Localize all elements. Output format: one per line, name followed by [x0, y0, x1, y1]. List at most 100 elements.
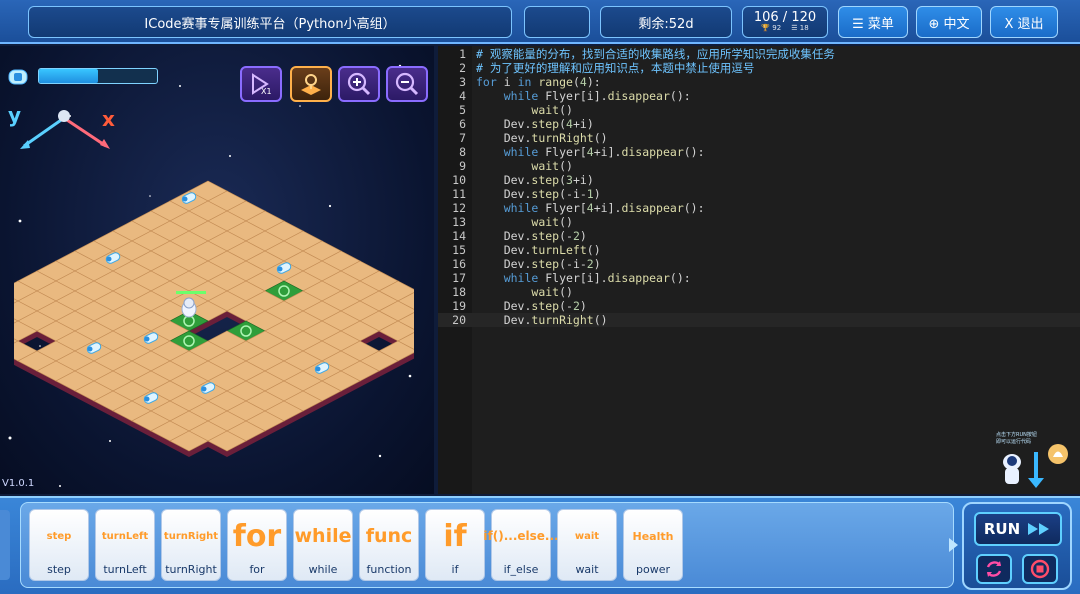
block-glyph: turnRight	[163, 530, 219, 542]
block-for[interactable]: for for	[227, 509, 287, 581]
block-glyph: Health	[632, 529, 674, 543]
block-turnleft[interactable]: turnLeft turnLeft	[95, 509, 155, 581]
map-view-button[interactable]	[290, 66, 332, 102]
fast-forward-icon	[1028, 523, 1050, 535]
line-number: 18	[452, 285, 466, 299]
code-text: for i in range(4):	[476, 75, 601, 89]
language-button[interactable]: ⊕ 中文	[916, 6, 982, 38]
code-line[interactable]: 10 Dev.step(3+i)	[438, 173, 1080, 187]
zoom-out-button[interactable]	[386, 66, 428, 102]
page-title: ICode赛事专属训练平台（Python小高组）	[28, 6, 512, 38]
play-speed-icon: X1	[252, 73, 272, 96]
code-line[interactable]: 12 while Flyer[4+i].disappear():	[438, 201, 1080, 215]
line-number: 14	[452, 229, 466, 243]
blank-slot	[524, 6, 590, 38]
line-number: 15	[452, 243, 466, 257]
code-text: wait()	[531, 215, 573, 229]
game-viewport[interactable]: X1 y x V1.0.1	[0, 46, 434, 494]
block-while[interactable]: while while	[293, 509, 353, 581]
code-line[interactable]: 18 wait()	[438, 285, 1080, 299]
code-line[interactable]: 9 wait()	[438, 159, 1080, 173]
code-line[interactable]: 7 Dev.turnRight()	[438, 131, 1080, 145]
code-text: while Flyer[4+i].disappear():	[503, 145, 705, 159]
svg-text:X1: X1	[261, 87, 272, 96]
version-label: V1.0.1	[2, 478, 35, 489]
code-line[interactable]: 11 Dev.step(-i-1)	[438, 187, 1080, 201]
line-number: 19	[452, 299, 466, 313]
code-line[interactable]: 13 wait()	[438, 215, 1080, 229]
line-number: 1	[459, 47, 466, 61]
code-line[interactable]: 17 while Flyer[i].disappear():	[438, 271, 1080, 285]
map-pin-icon	[301, 74, 321, 95]
battery-icon	[8, 69, 28, 85]
block-label: turnRight	[165, 563, 217, 576]
block-label: step	[47, 563, 71, 576]
code-line[interactable]: 19 Dev.step(-2)	[438, 299, 1080, 313]
exit-button[interactable]: X 退出	[990, 6, 1058, 38]
line-number: 12	[452, 201, 466, 215]
block-glyph: for	[232, 518, 282, 554]
line-number: 3	[459, 75, 466, 89]
code-text: Dev.step(-2)	[476, 299, 587, 313]
block-step[interactable]: step step	[29, 509, 89, 581]
block-label: if_else	[503, 563, 539, 576]
code-line[interactable]: 20 Dev.turnRight()	[438, 313, 1080, 327]
block-if[interactable]: if if	[425, 509, 485, 581]
code-text: Dev.step(3+i)	[476, 173, 594, 187]
chevron-right-icon[interactable]	[946, 536, 960, 554]
hint-text: 点击下方RUN按钮 即可以运行代码	[996, 432, 1037, 445]
block-turnright[interactable]: turnRight turnRight	[161, 509, 221, 581]
code-text: Dev.turnLeft()	[476, 243, 601, 257]
hint-robot: 点击下方RUN按钮 即可以运行代码	[992, 430, 1072, 492]
code-text: wait()	[531, 103, 573, 117]
line-number: 10	[452, 173, 466, 187]
line-number: 20	[452, 313, 466, 327]
menu-button[interactable]: ☰ 菜单	[838, 6, 908, 38]
code-line[interactable]: 2 # 为了更好的理解和应用知识点，本题中禁止使用逗号	[438, 61, 1080, 75]
code-text: Dev.turnRight()	[476, 131, 608, 145]
reset-button[interactable]	[976, 554, 1012, 584]
code-editor[interactable]: 1 # 观察能量的分布，找到合适的收集路线，应用所学知识完成收集任务 2 # 为了更好…	[438, 46, 1080, 494]
block-glyph: turnLeft	[101, 530, 149, 542]
code-line[interactable]: 6 Dev.step(4+i)	[438, 117, 1080, 131]
zoom-in-button[interactable]	[338, 66, 380, 102]
line-number: 9	[459, 159, 466, 173]
code-line[interactable]: 1 # 观察能量的分布，找到合适的收集路线，应用所学知识完成收集任务	[438, 47, 1080, 61]
code-line[interactable]: 14 Dev.step(-2)	[438, 229, 1080, 243]
block-power[interactable]: Health power	[623, 509, 683, 581]
line-number: 6	[459, 117, 466, 131]
code-line[interactable]: 4 while Flyer[i].disappear():	[438, 89, 1080, 103]
title-text: ICode赛事专属训练平台（Python小高组）	[144, 16, 396, 32]
code-line[interactable]: 15 Dev.turnLeft()	[438, 243, 1080, 257]
block-glyph: while	[294, 525, 352, 547]
panel-handle[interactable]	[0, 510, 10, 580]
code-text: Dev.step(4+i)	[476, 117, 594, 131]
code-text: # 为了更好的理解和应用知识点，本题中禁止使用逗号	[476, 61, 755, 75]
block-wait[interactable]: wait wait	[557, 509, 617, 581]
code-line[interactable]: 8 while Flyer[4+i].disappear():	[438, 145, 1080, 159]
refresh-icon	[986, 561, 1002, 577]
code-text: while Flyer[i].disappear():	[503, 89, 691, 103]
energy-bar	[38, 68, 158, 84]
code-blocks-palette: step step turnLeft turnLeft turnRight turnRig…	[20, 502, 954, 588]
line-number: 8	[459, 145, 466, 159]
block-if-else[interactable]: if()...else... if_else	[483, 509, 559, 581]
code-text: wait()	[531, 285, 573, 299]
line-number: 16	[452, 257, 466, 271]
code-line[interactable]: 16 Dev.step(-i-2)	[438, 257, 1080, 271]
stop-button[interactable]	[1022, 554, 1058, 584]
block-label: while	[308, 563, 338, 576]
code-line[interactable]: 3 for i in range(4):	[438, 75, 1080, 89]
block-glyph: wait	[574, 530, 600, 542]
axis-x-label: x	[102, 107, 115, 131]
code-line[interactable]: 5 wait()	[438, 103, 1080, 117]
game-board	[14, 180, 414, 457]
line-number: 4	[459, 89, 466, 103]
run-button[interactable]: RUN	[974, 512, 1062, 546]
code-text: while Flyer[4+i].disappear():	[503, 201, 705, 215]
block-function[interactable]: func function	[359, 509, 419, 581]
speed-button[interactable]: X1	[240, 66, 282, 102]
code-text: Dev.step(-i-2)	[476, 257, 601, 271]
remaining-days: 剩余:52d	[600, 6, 732, 38]
score-sub-b: ☰ 18	[791, 24, 809, 33]
